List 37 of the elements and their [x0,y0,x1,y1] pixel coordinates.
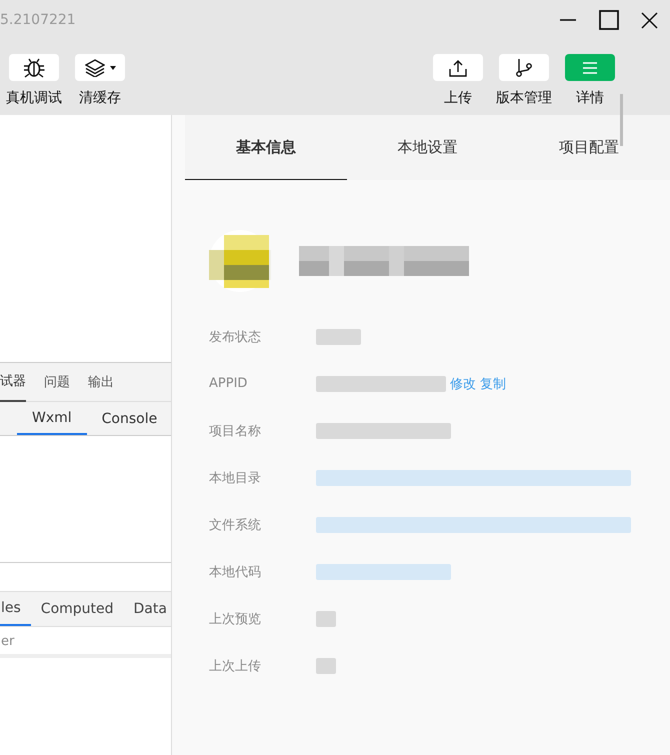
field-label: 上次预览 [209,610,262,628]
bug-icon [23,58,45,78]
caret-icon [110,66,116,70]
toolbar-label: 真机调试 [6,89,62,107]
upload-icon [449,58,467,76]
toolbar-button[interactable] [433,54,483,81]
field-label: 发布状态 [209,328,262,346]
toolbar-button[interactable] [499,54,549,81]
tab[interactable]: 项目配置 [508,115,670,180]
filter-field[interactable]: er [0,629,161,654]
tab[interactable]: 输出 [88,363,114,401]
toolbar-label: 上传 [444,89,472,107]
toolbar-label: 版本管理 [496,89,552,107]
field-label: 本地代码 [209,564,262,580]
toolbar-label: 详情 [576,89,604,107]
branch-icon [515,58,533,78]
tab[interactable]: 基本信息 [185,115,347,180]
field-label: 本地目录 [209,470,262,486]
field-label: 项目名称 [209,422,262,440]
field-label: 上次上传 [209,658,262,674]
tab[interactable]: Console [86,402,171,435]
field-label: 文件系统 [209,516,262,534]
tab[interactable]: 问题 [44,363,70,401]
tab[interactable]: 本地设置 [346,115,508,180]
layers-icon [84,58,104,76]
window-title: 5.2107221 [0,12,76,28]
tab[interactable]: Data [124,592,171,626]
tab[interactable]: Computed [30,592,124,626]
menu-icon [583,62,597,74]
avatar [209,230,271,292]
toolbar-button[interactable] [9,54,59,81]
close-icon[interactable] [641,12,658,28]
field-label: APPID [209,376,248,391]
toolbar-label: 清缓存 [79,89,121,107]
toolbar-button[interactable] [75,54,125,81]
tab[interactable]: les [0,592,31,626]
maximize-icon[interactable] [599,10,619,30]
